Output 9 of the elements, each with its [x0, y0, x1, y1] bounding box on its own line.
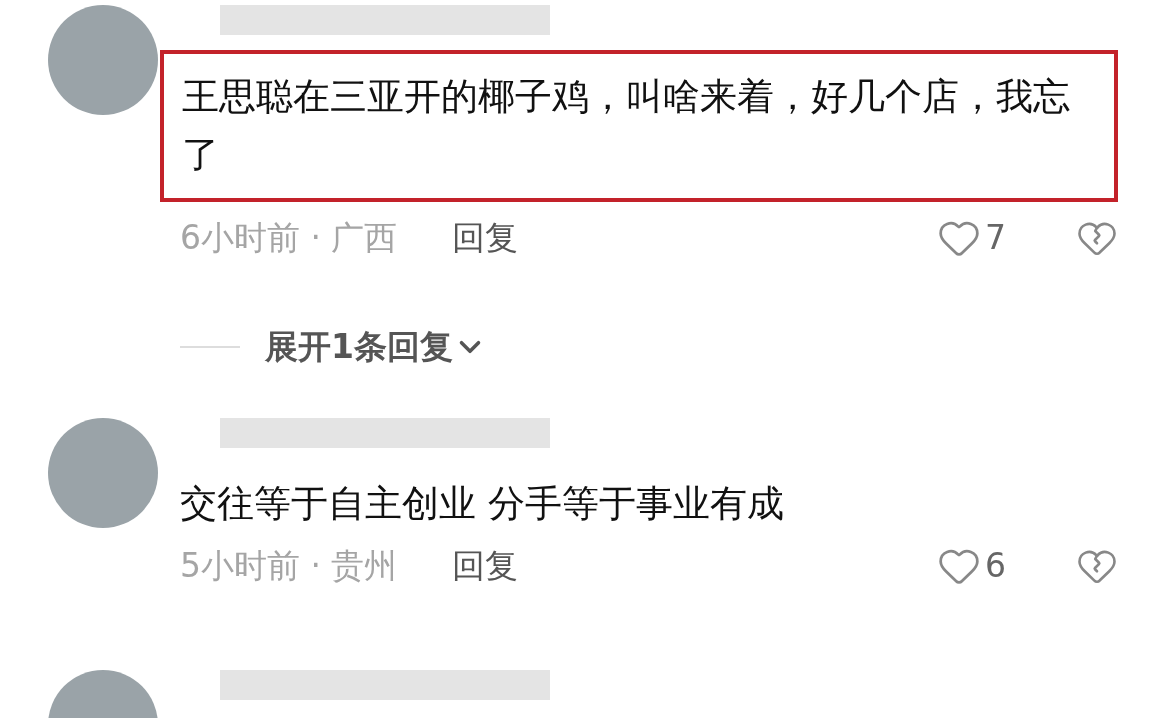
comment-text: 王思聪在三亚开的椰子鸡，叫啥来着，好几个店，我忘了: [160, 50, 1118, 202]
like-button[interactable]: 6: [937, 543, 1006, 588]
comment-text: 交往等于自主创业 分手等于事业有成: [179, 480, 785, 527]
reply-button[interactable]: 回复: [452, 216, 519, 260]
comment-time-location: 5小时前 · 贵州: [180, 544, 398, 587]
expand-replies-button[interactable]: 展开1条回复: [265, 322, 487, 372]
comment-time-location: 6小时前 · 广西: [180, 217, 398, 259]
reply-button[interactable]: 回复: [452, 543, 519, 588]
like-button[interactable]: 7: [937, 216, 1006, 260]
